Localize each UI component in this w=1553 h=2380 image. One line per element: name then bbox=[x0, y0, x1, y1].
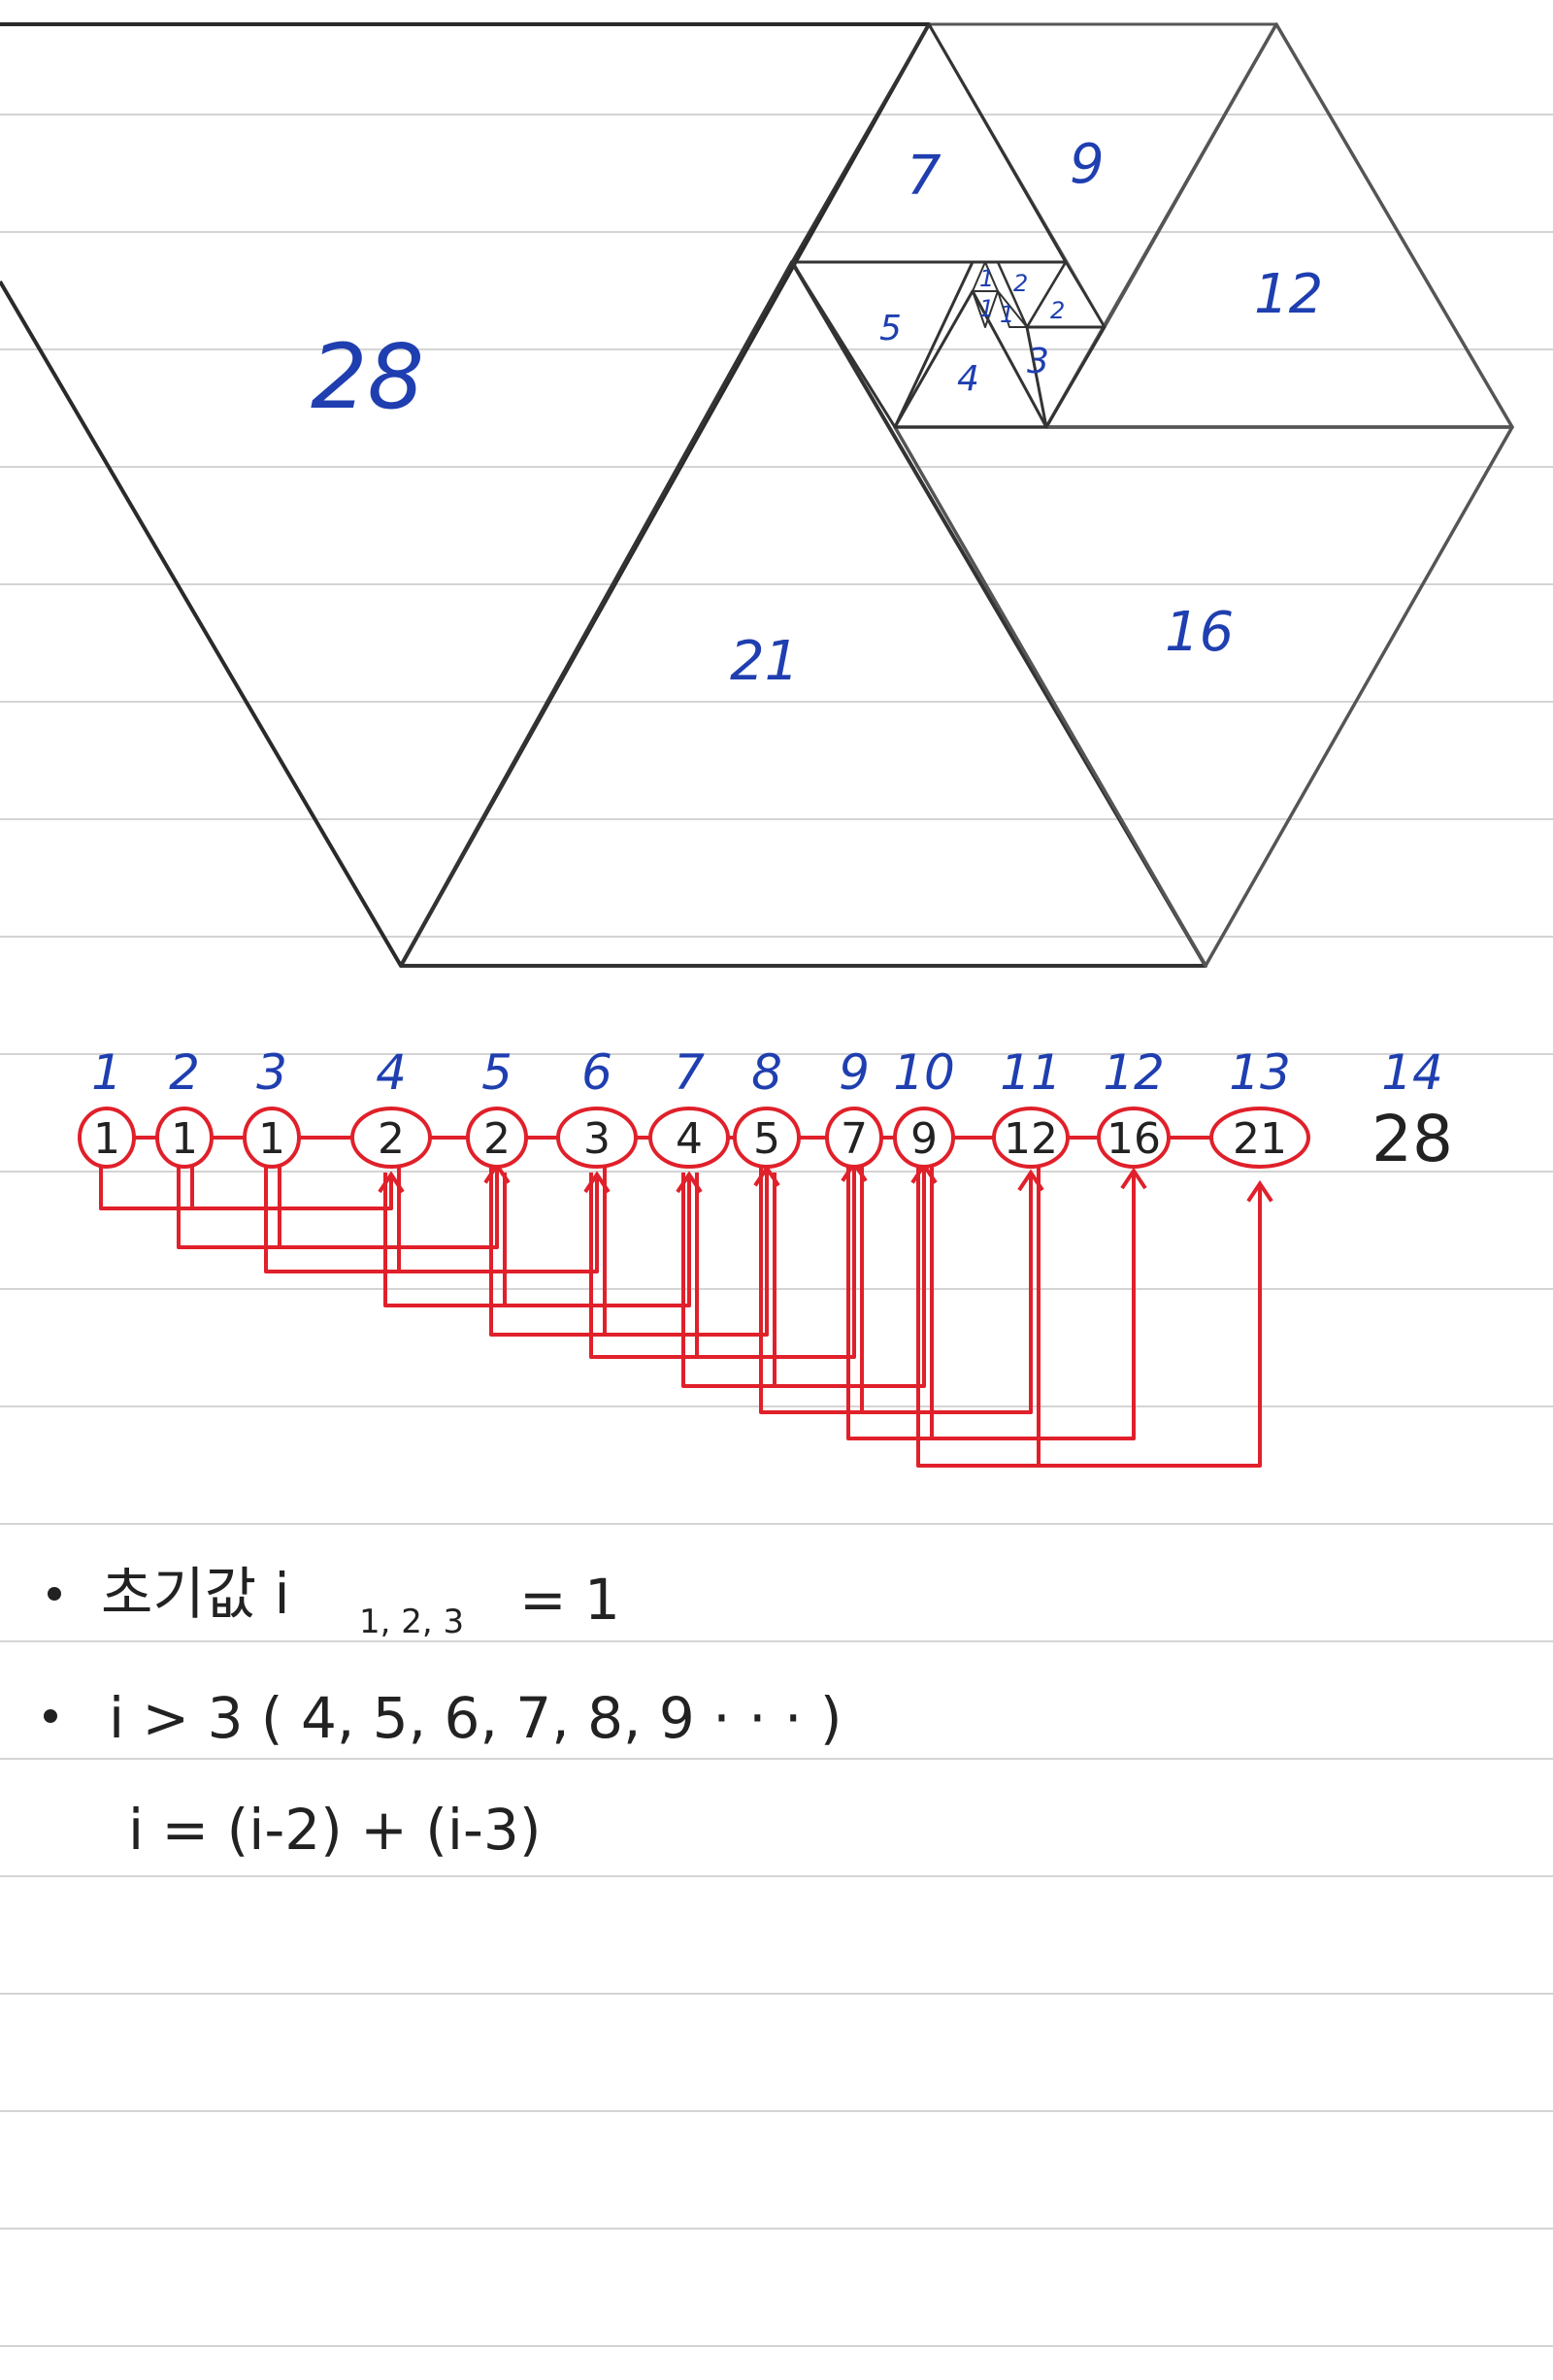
recurrence-arrow-5 bbox=[177, 1162, 499, 1249]
label-21: 21 bbox=[730, 630, 799, 693]
note-formula: i = (i-2) + (i-3) bbox=[128, 1797, 541, 1863]
sequence-index: 6 bbox=[581, 1044, 612, 1101]
triangle-spiral-diagram bbox=[0, 22, 1514, 968]
bullet-2 bbox=[44, 1709, 57, 1723]
sequence-value: 21 bbox=[1233, 1114, 1287, 1164]
triangle-28-edge bbox=[0, 22, 931, 968]
label-12: 12 bbox=[1254, 263, 1323, 326]
sequence-value: 12 bbox=[1004, 1114, 1058, 1164]
sequence-value: 7 bbox=[841, 1114, 868, 1164]
label-7: 7 bbox=[907, 145, 942, 208]
label-1c: 1 bbox=[1000, 301, 1014, 328]
sequence-value: 2 bbox=[483, 1114, 511, 1164]
label-5: 5 bbox=[879, 309, 902, 348]
label-4: 4 bbox=[957, 359, 979, 399]
recurrence-arrow-4 bbox=[99, 1162, 393, 1210]
note-condition: i > 3 ( 4, 5, 6, 7, 8, 9 · · · ) bbox=[109, 1685, 842, 1751]
note-initial-indices: 1, 2, 3 bbox=[359, 1603, 464, 1641]
sequence-index: 9 bbox=[839, 1044, 870, 1101]
recurrence-arrow-7 bbox=[383, 1173, 691, 1307]
sequence-index: 13 bbox=[1229, 1044, 1291, 1101]
sequence-index: 7 bbox=[674, 1044, 705, 1101]
label-2a: 2 bbox=[1013, 270, 1028, 297]
note-initial-values: 초기값 i bbox=[101, 1561, 290, 1627]
triangle-7 bbox=[790, 22, 1068, 264]
label-9: 9 bbox=[1070, 133, 1105, 196]
sequence-index: 11 bbox=[1000, 1044, 1062, 1101]
sequence-value: 1 bbox=[258, 1114, 285, 1164]
triangle-2b bbox=[1025, 260, 1107, 329]
sequence-value: 16 bbox=[1107, 1114, 1161, 1164]
note-initial-equals: = 1 bbox=[519, 1567, 620, 1633]
sequence-index: 5 bbox=[481, 1044, 512, 1101]
triangle-21 bbox=[399, 260, 1207, 968]
triangle-16 bbox=[893, 425, 1514, 968]
sequence-value: 3 bbox=[583, 1114, 611, 1164]
sequence-value: 5 bbox=[753, 1114, 780, 1164]
recurrence-arrow-12 bbox=[846, 1162, 1136, 1440]
recurrence-arrow-9 bbox=[589, 1163, 856, 1359]
bullet-1 bbox=[48, 1587, 61, 1601]
notes: 초기값 i 1, 2, 3 = 1 i > 3 ( 4, 5, 6, 7, 8,… bbox=[44, 1561, 842, 1863]
sequence-value: 28 bbox=[1371, 1102, 1453, 1176]
recurrence-arrow-6 bbox=[264, 1162, 599, 1273]
sequence-index: 1 bbox=[91, 1044, 122, 1101]
sequence-index: 12 bbox=[1103, 1044, 1165, 1101]
sequence-index: 4 bbox=[376, 1044, 407, 1101]
label-2b: 2 bbox=[1050, 297, 1065, 324]
recurrence-arrow-13 bbox=[916, 1164, 1262, 1468]
sequence-index: 2 bbox=[169, 1044, 200, 1101]
sequence-value: 1 bbox=[171, 1114, 198, 1164]
sequence-value: 2 bbox=[378, 1114, 405, 1164]
sequence-index: 3 bbox=[256, 1044, 287, 1101]
sequence-index: 14 bbox=[1381, 1044, 1443, 1101]
label-3: 3 bbox=[1027, 342, 1049, 381]
recurrence-arrow-8 bbox=[489, 1164, 769, 1337]
sequence-value: 9 bbox=[910, 1114, 938, 1164]
sequence-value: 4 bbox=[676, 1114, 703, 1164]
recurrence-arrow-10 bbox=[681, 1165, 926, 1388]
sequence-index: 8 bbox=[751, 1044, 782, 1101]
sequence-diagram: 1112132425364758799101211161221132814 bbox=[78, 1044, 1453, 1468]
triangle-12 bbox=[1044, 22, 1514, 429]
note-canvas: 28 21 16 12 9 7 5 4 3 2 2 1 1 1 11121324… bbox=[0, 22, 1553, 2347]
label-1b: 1 bbox=[979, 295, 994, 322]
sequence-value: 1 bbox=[93, 1114, 120, 1164]
label-1a: 1 bbox=[979, 265, 994, 292]
sequence-index: 10 bbox=[893, 1044, 955, 1101]
label-16: 16 bbox=[1165, 601, 1234, 664]
label-28: 28 bbox=[311, 325, 424, 429]
